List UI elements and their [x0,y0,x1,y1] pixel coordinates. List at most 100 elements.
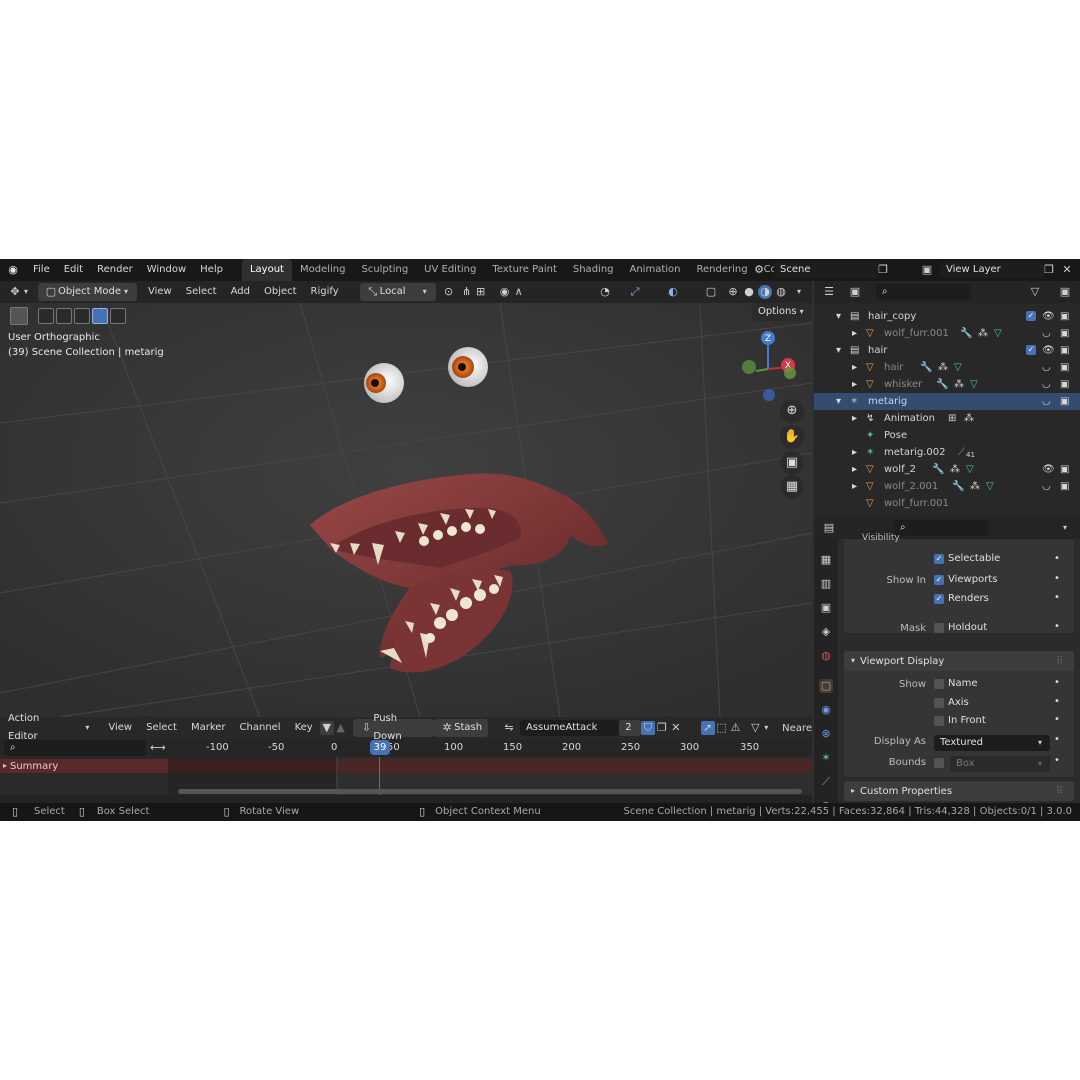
tab-sculpting[interactable]: Sculpting [353,259,416,281]
renders-checkbox[interactable]: ✓ Renders [934,593,989,604]
axis-checkbox[interactable]: Axis [934,697,969,708]
pan-hand-icon[interactable]: ✋ [780,425,804,449]
outliner-row-hair-mesh[interactable]: ▸ ▽ hair 🔧 ⁂ ▽ ◡ ▣ [814,359,1080,376]
bounds-checkbox[interactable] [934,758,944,768]
select-tool-icon[interactable] [10,307,28,325]
grid-perspective-icon[interactable]: ▦ [780,475,804,499]
menu-render[interactable]: Render [90,259,140,281]
constraint-tab-icon[interactable]: ⊗ [819,727,833,741]
unlink-action-icon[interactable]: ✕ [669,721,683,735]
render-camera-icon[interactable]: ▣ [1060,478,1069,495]
expand-arrow-icon[interactable]: ▸ [852,410,857,427]
outliner-row-pose[interactable]: ✦ Pose [814,427,1080,444]
name-checkbox[interactable]: Name [934,678,978,689]
expand-arrow-icon[interactable]: ▾ [836,393,841,410]
outliner-row-metarig[interactable]: ▾ ✶ metarig ◡ ▣ [814,393,1080,410]
visibility-heading[interactable]: Visibility [862,533,900,543]
mode-intersect-icon[interactable] [110,308,126,324]
keyframe-dot-icon[interactable]: • [1054,696,1060,707]
camera-icon[interactable]: ▣ [780,451,804,475]
horizontal-scrollbar[interactable] [178,789,802,794]
mode-selector[interactable]: ▢ Object Mode ▾ [38,283,137,301]
action-browse-icon[interactable]: ⇋ [502,721,516,735]
menu-edit[interactable]: Edit [57,259,90,281]
layer-down-icon[interactable]: ▼ [319,721,334,735]
chevron-down-icon[interactable]: ▾ [1058,521,1072,535]
output-tab-icon[interactable]: ▣ [819,601,833,615]
outliner-row-wolf-furr-2[interactable]: ▽ wolf_furr.001 [814,495,1080,512]
outliner-row-animation[interactable]: ▸ ↯ Animation ⊞ ⁂ [814,410,1080,427]
eye-icon[interactable]: ◡ [1042,325,1051,342]
render-camera-icon[interactable]: ▣ [1060,342,1069,359]
expand-arrow-icon[interactable]: ▸ [852,376,857,393]
mode-new-icon[interactable] [38,308,54,324]
filter-icon[interactable]: ▽ [1028,285,1042,299]
solid-shading-icon[interactable]: ● [742,285,756,299]
outliner-row-wolf-furr[interactable]: ▸ ▽ wolf_furr.001 🔧 ⁂ ▽ ◡ ▣ [814,325,1080,342]
object-data-tab-icon[interactable]: ✶ [819,751,833,765]
xray-icon[interactable]: ▢ [704,285,718,299]
keyframe-dot-icon[interactable]: • [1054,755,1060,766]
blender-logo-icon[interactable]: ◉ [6,263,20,277]
duplicate-action-icon[interactable]: ❐ [655,721,669,735]
eye-icon[interactable]: ◡ [1042,376,1051,393]
fake-user-shield-icon[interactable]: ⛉ [641,721,655,735]
menu-help[interactable]: Help [193,259,230,281]
render-camera-icon[interactable]: ▣ [1060,376,1069,393]
outliner-row-wolf-2[interactable]: ▸ ▽ wolf_2 🔧 ⁂ ▽ 👁 ▣ [814,461,1080,478]
action-users-count[interactable]: 2 [619,720,642,736]
expand-arrow-icon[interactable]: ▸ [852,478,857,495]
dopesheet-mode-dropdown[interactable]: Action Editor ▾ [2,713,98,742]
scene-field[interactable]: Scene [774,262,878,278]
eye-icon[interactable]: ◡ [1042,478,1051,495]
tab-rendering[interactable]: Rendering [688,259,755,281]
viewports-checkbox[interactable]: ✓ Viewports [934,574,997,585]
options-dropdown[interactable]: Options ▾ [752,303,812,321]
keyframe-area[interactable] [168,757,812,795]
gizmo-icon[interactable]: ⤢ [628,285,642,299]
viewport-display-header[interactable]: ▾ Viewport Display ⠿ [844,651,1074,671]
keyframe-dot-icon[interactable]: • [1054,553,1060,564]
in-front-checkbox[interactable]: In Front [934,715,986,726]
expand-arrow-icon[interactable]: ▾ [836,342,841,359]
view-layer-tab-icon[interactable]: ◈ [819,625,833,639]
3d-viewport[interactable]: User Orthographic (39) Scene Collection … [0,303,812,717]
outliner-row-hair[interactable]: ▾ ▤ hair ✓ 👁 ▣ [814,342,1080,359]
expand-arrow-icon[interactable]: ▸ [852,444,857,461]
holdout-checkbox[interactable]: Holdout [934,622,987,633]
keyframe-dot-icon[interactable]: • [1054,734,1060,745]
render-camera-icon[interactable]: ▣ [1060,325,1069,342]
expand-arrow-icon[interactable]: ▸ [852,325,857,342]
ae-menu-select[interactable]: Select [139,717,184,739]
new-scene-icon[interactable]: ❐ [876,263,890,277]
physics-tab-icon[interactable]: ◉ [819,703,833,717]
channel-search-input[interactable]: ⌕ [4,740,146,756]
falloff-icon[interactable]: ∧ [512,285,526,299]
filter-icon[interactable]: ▽ [748,721,762,735]
expand-arrow-icon[interactable]: ▾ [836,308,841,325]
mode-invert-icon[interactable] [92,308,108,324]
proportional-edit-icon[interactable]: ◉ [498,285,512,299]
ae-menu-view[interactable]: View [101,717,139,739]
vp-menu-rigify[interactable]: Rigify [304,281,346,303]
eye-icon[interactable]: 👁 [1042,461,1055,478]
show-hidden-icon[interactable]: ⬚ [715,721,729,735]
expand-arrow-icon[interactable]: ▸ [852,461,857,478]
exclude-checkbox[interactable]: ✓ [1026,311,1036,321]
only-selected-icon[interactable]: ➚ [700,721,715,735]
properties-search-input[interactable]: ⌕ [894,520,988,536]
outliner-search-input[interactable]: ⌕ [876,284,970,300]
mode-extend-icon[interactable] [56,308,72,324]
current-frame-indicator[interactable]: 39 [370,740,390,755]
selectable-checkbox[interactable]: ✓ Selectable [934,553,1000,564]
tab-animation[interactable]: Animation [622,259,689,281]
menu-file[interactable]: File [26,259,57,281]
bone-tab-icon[interactable]: ⟋ [819,775,833,789]
action-name-field[interactable]: AssumeAttack [519,720,620,736]
overlay-icon[interactable]: ◐ [666,285,680,299]
tab-shading[interactable]: Shading [565,259,622,281]
tab-texture-paint[interactable]: Texture Paint [484,259,565,281]
render-camera-icon[interactable]: ▣ [1060,308,1069,325]
outliner-row-whisker[interactable]: ▸ ▽ whisker 🔧 ⁂ ▽ ◡ ▣ [814,376,1080,393]
exclude-checkbox[interactable]: ✓ [1026,345,1036,355]
